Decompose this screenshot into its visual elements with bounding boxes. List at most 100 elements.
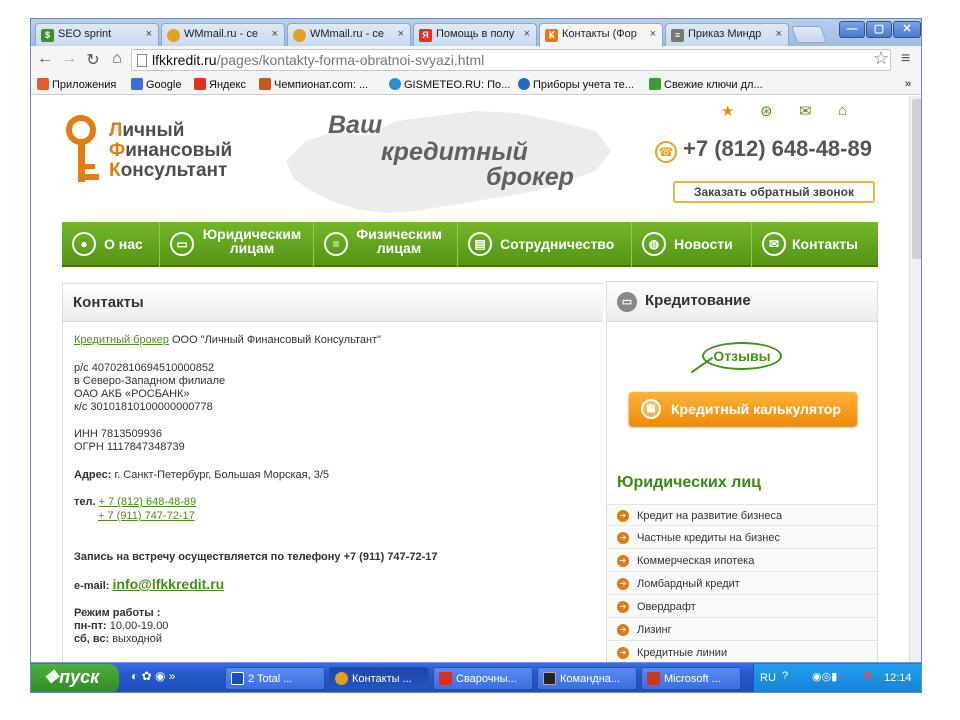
clock: 12:14: [884, 672, 912, 684]
bookmark-yandex[interactable]: Яндекс: [194, 78, 246, 91]
home-icon[interactable]: ⌂: [107, 50, 127, 68]
nav-label: Контакты: [792, 236, 859, 252]
reviews-bubble-button[interactable]: Отзывы: [702, 342, 782, 370]
close-window-button[interactable]: ✕: [893, 21, 921, 38]
bookmark-championat[interactable]: Чемпионат.com: ...: [259, 78, 368, 91]
sidebar-item-lombard[interactable]: ➜ Ломбардный кредит: [607, 573, 877, 595]
bookmark-gismeteo[interactable]: GISMETEO.RU: По...: [389, 78, 510, 91]
taskbar-contacts[interactable]: Контакты ...: [329, 667, 429, 690]
sidebar-item-label: Частные кредиты на бизнес: [637, 532, 780, 544]
close-tab-icon[interactable]: ×: [524, 28, 530, 40]
nav-legal-entities[interactable]: ▭ Юридическим лицам: [160, 222, 314, 267]
sidebar-item-leasing[interactable]: ➜ Лизинг: [607, 619, 877, 641]
taskbar-welding[interactable]: Сварочны...: [433, 667, 533, 690]
address-bar[interactable]: lfkkredit.ru/pages/kontakty-forma-obratn…: [131, 49, 891, 71]
nav-individuals[interactable]: ≡ Физическим лицам: [314, 222, 458, 267]
company-name: ООО "Личный Финансовый Консультант": [168, 334, 382, 346]
mail-icon[interactable]: ✉: [799, 102, 812, 120]
calculator-icon: ▦: [641, 399, 661, 419]
close-tab-icon[interactable]: ×: [776, 28, 782, 40]
bookmark-keys[interactable]: Свежие ключи дл...: [649, 78, 763, 91]
tab-wmmail-1[interactable]: WMmail.ru - се ×: [161, 23, 285, 46]
favorite-star-icon[interactable]: ★: [721, 102, 734, 120]
start-button[interactable]: ❖пуск: [31, 664, 119, 692]
sidebar-item-label: Овердрафт: [637, 601, 696, 613]
new-tab-button[interactable]: [790, 26, 828, 43]
header-phone[interactable]: +7 (812) 648-48-89: [683, 136, 872, 162]
close-tab-icon[interactable]: ×: [272, 28, 278, 40]
language-indicator[interactable]: RU: [760, 672, 776, 684]
sidebar-item-credit-lines[interactable]: ➜ Кредитные линии: [607, 642, 877, 662]
arrow-right-icon: ➜: [617, 601, 629, 613]
sidebar-item-private-credit[interactable]: ➜ Частные кредиты на бизнес: [607, 527, 877, 549]
bookmark-pribory[interactable]: Приборы учета те...: [518, 78, 634, 91]
contacts-panel: Контакты Кредитный брокер ООО "Личный Фи…: [62, 283, 603, 662]
menu-icon[interactable]: ≡: [901, 50, 910, 68]
tab-yandex-help[interactable]: Я Помощь в полу ×: [413, 23, 537, 46]
email-link[interactable]: info@lfkkredit.ru: [113, 576, 225, 592]
arrow-right-icon: ➜: [617, 578, 629, 590]
taskbar-total-commander[interactable]: 2 Total ...: [225, 667, 325, 690]
bookmark-apps[interactable]: Приложения: [37, 78, 116, 91]
nav-news[interactable]: ◍ Новости: [632, 222, 752, 267]
kaspersky-icon[interactable]: K: [864, 670, 872, 682]
sitemap-icon[interactable]: ⊛: [760, 102, 773, 120]
nav-cooperation[interactable]: ▤ Сотрудничество: [458, 222, 632, 267]
taskbar-cmd[interactable]: Командна...: [537, 667, 637, 690]
slogan-line-3: брокер: [486, 163, 574, 191]
url-host: lfkkredit.ru: [152, 52, 217, 68]
forward-arrow-icon[interactable]: →: [59, 50, 79, 68]
tab-contacts[interactable]: Ꝃ Контакты (Фор ×: [539, 23, 663, 47]
quick-launch-icons[interactable]: ◐ ✿ ◉ »: [131, 669, 175, 683]
arrow-right-icon: ➜: [617, 624, 629, 636]
tray-icons[interactable]: ◉◎▮: [812, 670, 837, 683]
home-icon[interactable]: ⌂: [838, 102, 847, 119]
address: Адрес: г. Санкт-Петербург, Большая Морск…: [74, 469, 329, 482]
hours-weekend: сб, вс: выходной: [74, 633, 162, 646]
minimize-button[interactable]: —: [839, 21, 865, 38]
scrollbar-thumb[interactable]: [912, 99, 921, 259]
powerpoint-icon: [647, 672, 660, 685]
tab-label: WMmail.ru - се: [184, 28, 258, 40]
nav-about[interactable]: ● О нас: [62, 222, 160, 267]
arrow-right-icon: ➜: [617, 510, 629, 522]
arrow-right-icon: ➜: [617, 555, 629, 567]
contacts-heading: Контакты: [63, 284, 603, 322]
phone-link-2[interactable]: + 7 (911) 747-72-17: [98, 510, 195, 522]
taskbar-microsoft[interactable]: Microsoft ...: [641, 667, 741, 690]
apps-grid-icon: [37, 78, 49, 90]
tab-wmmail-2[interactable]: WMmail.ru - се ×: [287, 23, 411, 46]
address-label: Адрес:: [74, 469, 112, 481]
sidebar-item-mortgage[interactable]: ➜ Коммерческая ипотека: [607, 550, 877, 572]
tab-prikaz[interactable]: ≡ Приказ Миндр ×: [665, 23, 789, 46]
help-icon[interactable]: ?: [782, 670, 788, 682]
desktop-screen: $ SEO sprint × WMmail.ru - се × WMmail.r…: [30, 18, 922, 693]
credit-calculator-button[interactable]: ▦ Кредитный калькулятор: [629, 392, 857, 426]
taskbar-label: Контакты ...: [352, 673, 412, 685]
bank-account: р/с 40702810694510000852: [74, 362, 215, 374]
page-scrollbar[interactable]: [909, 96, 921, 662]
callback-button[interactable]: Заказать обратный звонок: [673, 181, 875, 203]
close-tab-icon[interactable]: ×: [650, 28, 656, 40]
dollar-icon: $: [41, 29, 54, 42]
yandex-icon: Я: [419, 29, 432, 42]
close-tab-icon[interactable]: ×: [398, 28, 404, 40]
reload-icon[interactable]: ↻: [83, 50, 103, 70]
bookmarks-overflow[interactable]: »: [905, 78, 911, 90]
phone-link-1[interactable]: + 7 (812) 648-48-89: [99, 496, 197, 508]
bookmark-google[interactable]: Google: [131, 78, 181, 91]
close-tab-icon[interactable]: ×: [146, 28, 152, 40]
bank-name: ОАО АКБ «РОСБАНК»: [74, 388, 190, 400]
broker-link[interactable]: Кредитный брокер: [74, 334, 169, 346]
tab-label: Контакты (Фор: [562, 28, 637, 40]
nav-contacts[interactable]: ✉ Контакты: [752, 222, 878, 267]
sidebar-heading-text: Кредитование: [645, 292, 751, 309]
sidebar-item-overdraft[interactable]: ➜ Овердрафт: [607, 596, 877, 618]
sidebar-item-business-dev[interactable]: ➜ Кредит на развитие бизнеса: [607, 504, 877, 526]
logo-initial: Ф: [109, 140, 126, 161]
tab-seo-sprint[interactable]: $ SEO sprint ×: [35, 23, 159, 46]
bookmark-star-icon[interactable]: ☆: [873, 48, 889, 69]
back-arrow-icon[interactable]: ←: [35, 50, 55, 68]
maximize-button[interactable]: ▢: [866, 21, 892, 38]
phones: тел. + 7 (812) 648-48-89: [74, 496, 196, 509]
